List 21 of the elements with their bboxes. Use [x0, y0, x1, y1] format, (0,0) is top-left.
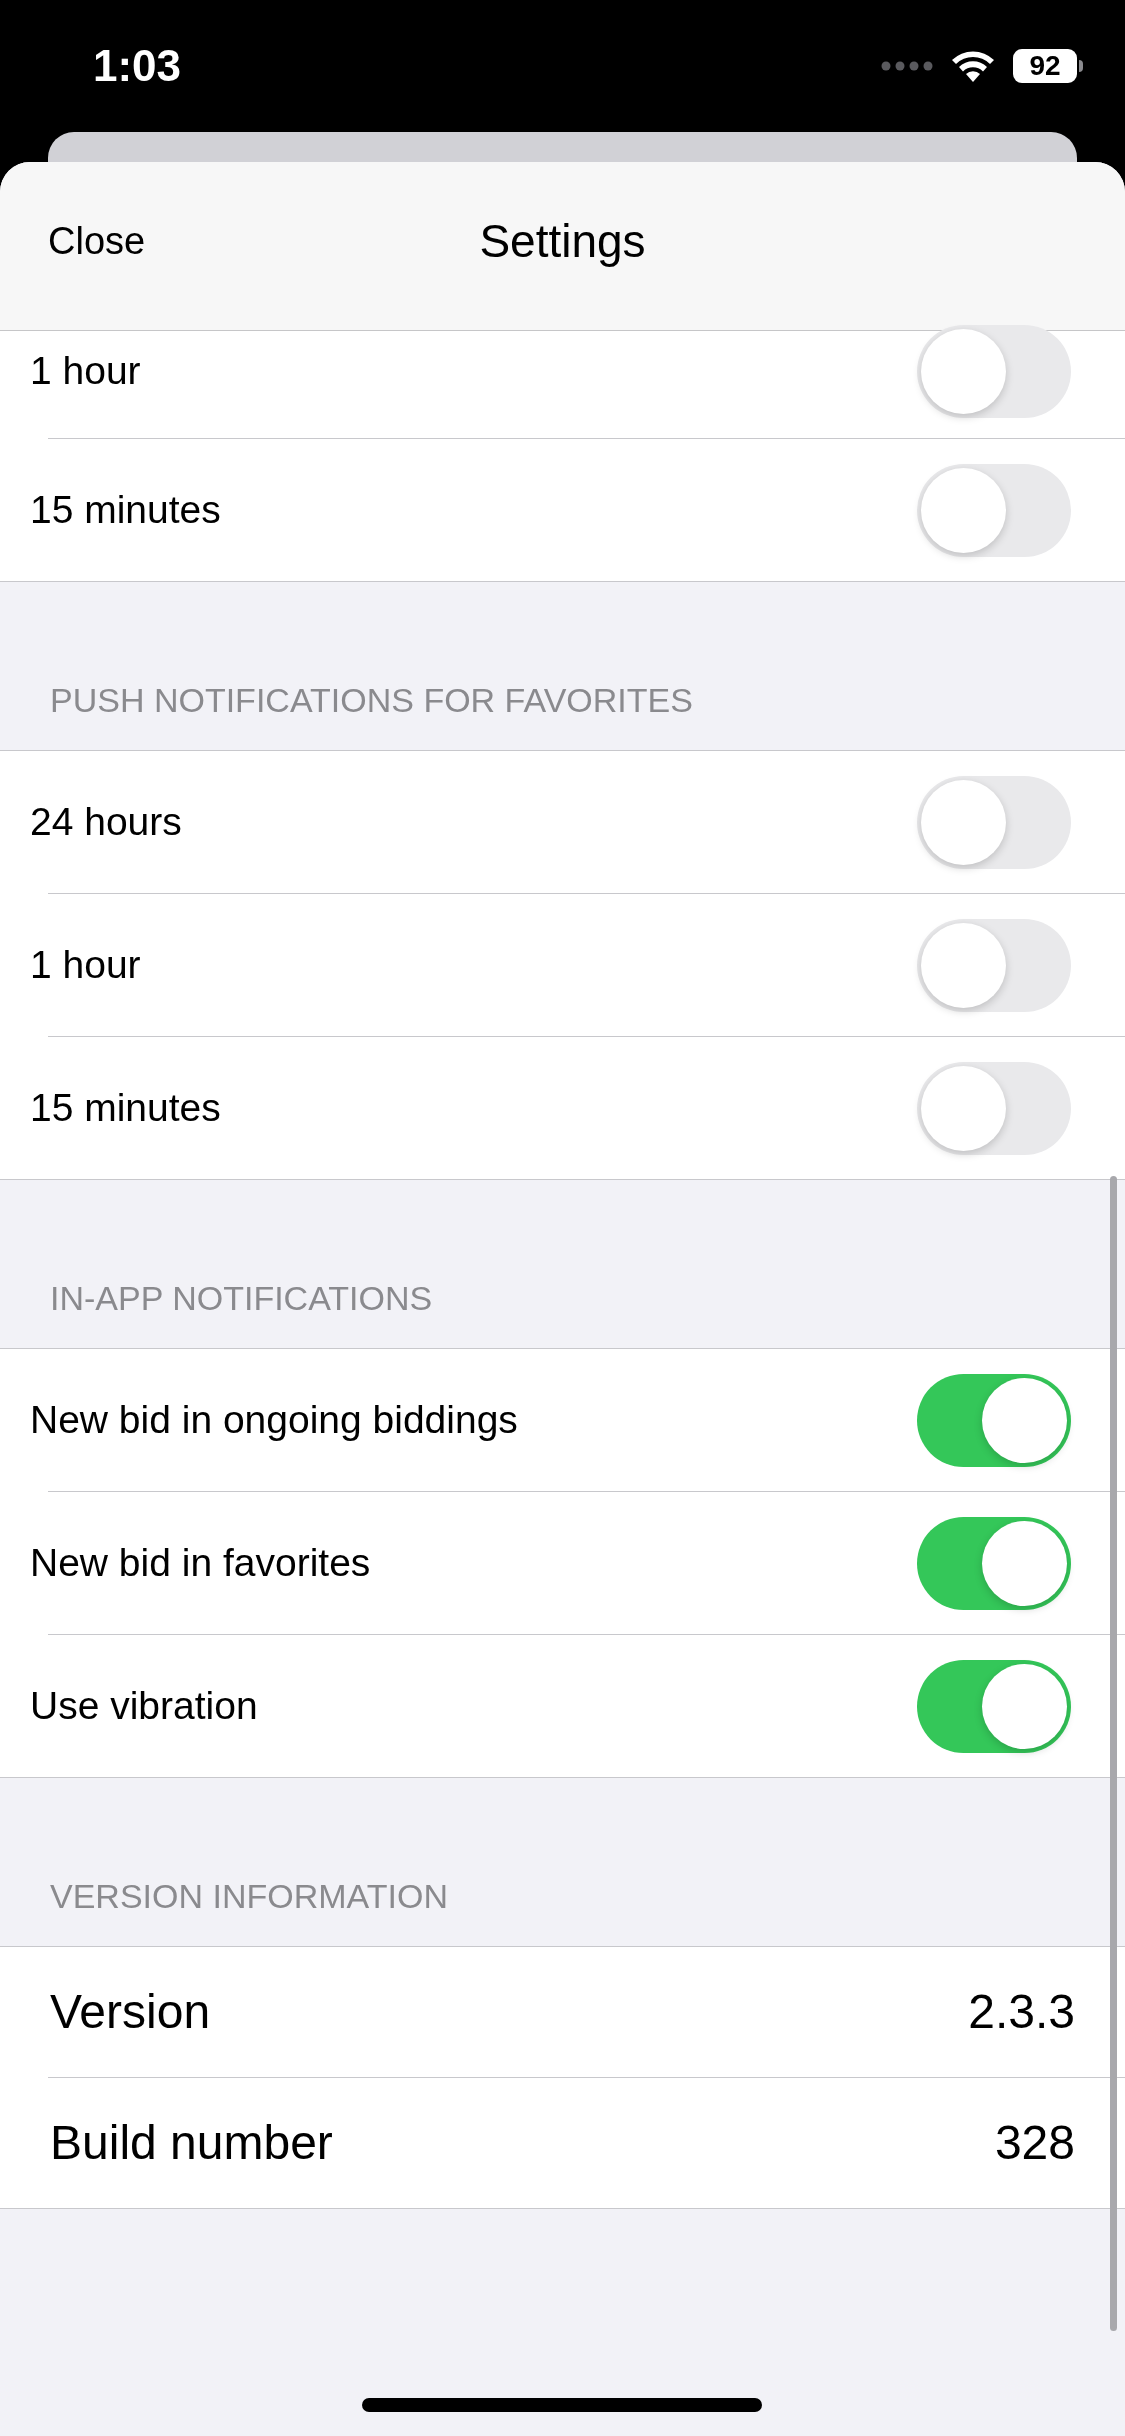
setting-label: 24 hours — [30, 798, 182, 845]
setting-label: New bid in favorites — [30, 1539, 371, 1586]
info-value: 328 — [994, 2115, 1075, 2171]
wifi-icon — [951, 50, 995, 82]
setting-label: 1 hour — [30, 941, 141, 988]
setting-label: New bid in ongoing biddings — [30, 1396, 518, 1443]
section-header: VERSION INFORMATION — [50, 1876, 448, 1917]
info-label: Build number — [50, 2115, 333, 2171]
setting-label: 15 minutes — [30, 486, 221, 533]
setting-label: 15 minutes — [30, 1084, 221, 1131]
battery-indicator: 92 — [1013, 49, 1077, 83]
info-label: Version — [50, 1984, 211, 2040]
section-header: PUSH NOTIFICATIONS FOR FAVORITES — [50, 680, 693, 721]
close-button[interactable]: Close — [48, 212, 146, 270]
status-time: 1:03 — [93, 40, 182, 92]
setting-label: 1 hour — [30, 348, 141, 395]
setting-label: Use vibration — [30, 1682, 258, 1729]
info-value: 2.3.3 — [968, 1984, 1075, 2040]
page-title: Settings — [479, 213, 646, 269]
cellular-signal-icon — [881, 61, 933, 71]
section-header: IN-APP NOTIFICATIONS — [50, 1278, 433, 1319]
